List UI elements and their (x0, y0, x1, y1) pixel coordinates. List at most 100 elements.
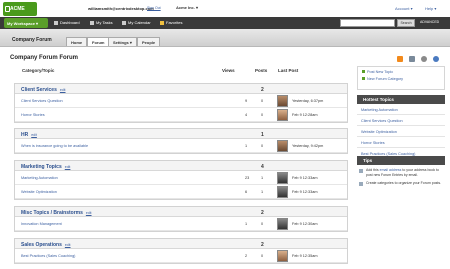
avatar (277, 109, 288, 121)
nav-my-tasks-label: My Tasks (96, 20, 113, 25)
main-nav: My Workspace ▾ Dashboard My Tasks My Cal… (0, 17, 450, 29)
page-toolbar (397, 56, 444, 63)
rss-icon[interactable] (397, 56, 403, 62)
topic-posts: 0 (261, 99, 264, 103)
acme-logo[interactable]: ACME (3, 2, 37, 16)
nav-favorites[interactable]: Favorites (160, 20, 182, 25)
category-title[interactable]: Misc Topics / Brainstorms edit (21, 210, 92, 216)
tab-home[interactable]: Home (66, 37, 88, 46)
category-title[interactable]: HR edit (21, 132, 37, 138)
forum-category: Client Services edit 2 Client Services Qu… (14, 83, 348, 123)
calendar-icon (122, 20, 126, 25)
edit-link[interactable]: edit (65, 243, 71, 247)
last-post-date: Feb 9 12:30am (292, 222, 318, 226)
edit-link[interactable]: edit (60, 88, 66, 92)
folder-icon (359, 182, 363, 186)
topic-views: 2 (245, 254, 248, 258)
logo-mark-icon (5, 6, 10, 12)
topic-link[interactable]: Innovation Management (21, 222, 62, 226)
tab-settings-label: Settings (113, 40, 129, 45)
topic-link[interactable]: Client Services Question (21, 99, 63, 103)
my-workspace-label: My Workspace (7, 21, 35, 26)
edit-link[interactable]: edit (86, 211, 92, 215)
post-new-topic-link[interactable]: Post New Topic (362, 70, 440, 74)
nav-my-calendar[interactable]: My Calendar (122, 20, 151, 25)
help-icon[interactable] (433, 56, 440, 62)
category-title-text: Client Services (21, 87, 57, 93)
forum-category: Marketing Topics edit 4 Marketing Automat… (14, 160, 348, 200)
category-title-text: HR (21, 132, 29, 138)
topic-link[interactable]: Website Optimization (21, 190, 57, 194)
category-header: Marketing Topics edit 4 (15, 161, 347, 171)
sign-out-link[interactable]: Sign Out (147, 6, 161, 10)
topic-posts: 1 (261, 190, 264, 194)
last-post-date: Feb 9 12:28am (292, 113, 318, 117)
col-views: Views (222, 68, 235, 73)
nav-dashboard[interactable]: Dashboard (54, 20, 80, 25)
last-post-date: Yesterday, 9:42pm (292, 144, 324, 148)
tip-text: Add this (366, 168, 380, 172)
category-title-text: Marketing Topics (21, 164, 62, 170)
last-post-date: Feb 9 12:33am (292, 176, 318, 180)
logo-text: ACME (10, 6, 25, 12)
settings-icon[interactable] (421, 56, 428, 62)
tab-people[interactable]: People (137, 37, 161, 46)
hot-topic-link[interactable]: Website Optimization (357, 126, 445, 137)
topic-row: When is insurance going to be available … (15, 139, 347, 153)
category-post-count: 2 (261, 87, 264, 93)
topic-posts: 1 (261, 176, 264, 180)
company-name: Acme Inc. (176, 5, 195, 10)
hot-topic-link[interactable]: Client Services Question (357, 115, 445, 126)
last-post-date: Yesterday, 6:37pm (292, 99, 324, 103)
email-address-link[interactable]: email address (380, 168, 402, 172)
category-title[interactable]: Sales Operations edit (21, 242, 71, 248)
forum-category: Misc Topics / Brainstorms edit 2 Innovati… (14, 206, 348, 232)
top-bar: ACME williamsmith@centrixdesktop.com Sig… (0, 0, 450, 17)
search-input[interactable] (340, 19, 395, 27)
help-menu[interactable]: Help ▾ (425, 6, 436, 11)
forum-actions: Post New Topic New Forum Category (357, 66, 445, 90)
nav-my-tasks[interactable]: My Tasks (90, 20, 113, 25)
category-title[interactable]: Client Services edit (21, 87, 66, 93)
account-menu[interactable]: Account ▾ (395, 6, 413, 11)
nav-my-calendar-label: My Calendar (128, 20, 151, 25)
topic-views: 1 (245, 222, 248, 226)
hot-topic-link[interactable]: Horror Stories (357, 137, 445, 148)
topic-link[interactable]: Horror Stories (21, 113, 45, 117)
print-icon[interactable] (409, 56, 416, 62)
edit-link[interactable]: edit (65, 165, 71, 169)
tab-bar: Company Forum Home Forum Settings ▾ Peop… (0, 29, 450, 47)
category-title-text: Sales Operations (21, 242, 62, 248)
topic-row: Best Practices (Sales Coaching) 2 0 Feb … (15, 249, 347, 263)
category-header: Sales Operations edit 2 (15, 239, 347, 249)
category-title[interactable]: Marketing Topics edit (21, 164, 70, 170)
topic-posts: 0 (261, 222, 264, 226)
topic-link[interactable]: Marketing Automation (21, 176, 58, 180)
hot-topic-link[interactable]: Marketing Automation (357, 104, 445, 115)
category-post-count: 2 (261, 210, 264, 216)
topic-row: Website Optimization 6 1 Feb 9 12:33am (15, 185, 347, 199)
topic-posts: 0 (261, 113, 264, 117)
tab-settings[interactable]: Settings ▾ (108, 37, 137, 46)
topic-link[interactable]: When is insurance going to be available (21, 144, 88, 148)
new-forum-category-link[interactable]: New Forum Category (362, 77, 440, 81)
nav-favorites-label: Favorites (166, 20, 183, 25)
topic-views: 4 (245, 113, 248, 117)
tip-email: Add this email address to your address b… (357, 165, 445, 178)
category-header: Misc Topics / Brainstorms edit 2 (15, 207, 347, 217)
avatar (277, 95, 288, 107)
search-button[interactable]: Search (397, 19, 415, 27)
my-workspace-button[interactable]: My Workspace ▾ (4, 18, 48, 28)
avatar (277, 140, 288, 152)
tab-forum[interactable]: Forum (87, 37, 110, 46)
topic-link[interactable]: Best Practices (Sales Coaching) (21, 254, 75, 258)
col-last-post: Last Post (278, 68, 299, 73)
nav-dashboard-label: Dashboard (60, 20, 80, 25)
company-switcher[interactable]: Acme Inc. ▾ (176, 5, 198, 10)
page-title: Company Forum Forum (10, 55, 79, 61)
add-icon (362, 77, 365, 80)
tips-panel: Tips Add this email address to your addr… (357, 156, 445, 186)
advanced-search-link[interactable]: ADVANCED (420, 20, 439, 24)
edit-link[interactable]: edit (31, 133, 37, 137)
category-header: HR edit 1 (15, 129, 347, 139)
